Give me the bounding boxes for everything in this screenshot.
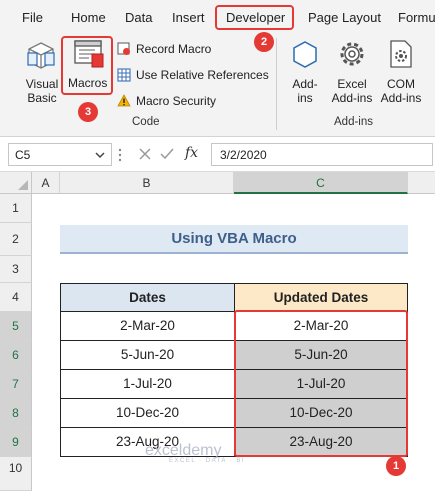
excel-addins-label: Excel Add-ins <box>331 77 373 105</box>
name-box[interactable]: C5 <box>8 143 112 166</box>
group-separator <box>276 38 277 130</box>
sheet-title: Using VBA Macro <box>60 225 408 254</box>
addins-icon <box>293 41 317 68</box>
header-updated-dates[interactable]: Updated Dates <box>234 283 408 312</box>
row-header-9[interactable]: 9 <box>0 428 32 457</box>
tab-data[interactable]: Data <box>125 10 152 25</box>
cell-dates[interactable]: 10-Dec-20 <box>60 399 235 428</box>
formula-bar: C5 fx 3/2/2020 <box>0 137 435 172</box>
name-box-value: C5 <box>15 148 31 162</box>
addins-group-label: Add-ins <box>334 116 373 128</box>
row-header-10[interactable]: 10 <box>0 457 32 491</box>
gear-icon <box>340 42 364 66</box>
record-macro-button[interactable]: Record Macro <box>136 42 211 56</box>
row-header-4[interactable]: 4 <box>0 283 32 312</box>
chevron-down-icon[interactable] <box>95 151 105 159</box>
row-header-7[interactable]: 7 <box>0 370 32 399</box>
tab-home[interactable]: Home <box>71 10 106 25</box>
cell-dates[interactable]: 1-Jul-20 <box>60 370 235 399</box>
column-header-d[interactable] <box>408 172 435 194</box>
tab-formulas[interactable]: Formu <box>398 10 435 25</box>
com-addins-label: COM Add-ins <box>380 77 422 105</box>
resize-dots-icon[interactable] <box>116 147 124 163</box>
worksheet-grid: A B C 1 2 3 4 5 6 7 8 9 10 Using VBA Mac… <box>0 172 435 491</box>
watermark-logo: exceldemy <box>145 442 222 459</box>
formula-input[interactable]: 3/2/2020 <box>211 143 433 166</box>
column-header-a[interactable]: A <box>32 172 60 194</box>
ribbon: Visual Basic Macros Record Macro Use Rel… <box>0 34 435 137</box>
column-header-b[interactable]: B <box>60 172 234 194</box>
developer-tab-highlight <box>215 5 294 30</box>
row-header-8[interactable]: 8 <box>0 399 32 428</box>
step-badge-2: 2 <box>254 32 274 52</box>
com-addins-icon <box>390 40 412 68</box>
watermark-tagline: EXCEL · DATA · BI <box>169 458 246 464</box>
selected-range-highlight <box>234 310 408 457</box>
visual-basic-label: Visual Basic <box>25 77 59 105</box>
relative-references-icon <box>117 68 131 82</box>
row-header-1[interactable]: 1 <box>0 194 32 223</box>
step-badge-3: 3 <box>78 102 98 122</box>
warning-icon <box>117 94 131 107</box>
row-header-6[interactable]: 6 <box>0 341 32 370</box>
addins-label: Add-ins <box>292 77 318 105</box>
row-header-3[interactable]: 3 <box>0 256 32 283</box>
code-group-label: Code <box>132 116 160 128</box>
watermark: exceldemy EXCEL · DATA · BI <box>145 442 245 464</box>
enter-check-icon[interactable] <box>160 147 174 161</box>
macros-highlight <box>61 36 113 95</box>
cell-dates[interactable]: 5-Jun-20 <box>60 341 235 370</box>
column-header-c[interactable]: C <box>234 172 408 194</box>
macro-security-button[interactable]: Macro Security <box>136 94 216 108</box>
record-macro-icon <box>117 42 130 55</box>
formula-value: 3/2/2020 <box>220 148 267 162</box>
visual-basic-icon <box>27 42 55 69</box>
select-all-button[interactable] <box>0 172 32 194</box>
insert-function-button[interactable]: fx <box>185 145 198 161</box>
cancel-icon[interactable] <box>138 147 152 161</box>
step-badge-1: 1 <box>386 456 406 476</box>
cell-dates[interactable]: 2-Mar-20 <box>60 312 235 341</box>
row-header-5[interactable]: 5 <box>0 312 32 341</box>
formula-buttons: fx <box>130 143 206 166</box>
row-header-2[interactable]: 2 <box>0 223 32 256</box>
tab-page-layout[interactable]: Page Layout <box>308 10 381 25</box>
header-dates[interactable]: Dates <box>60 283 235 312</box>
tab-file[interactable]: File <box>22 10 43 25</box>
use-relative-references-button[interactable]: Use Relative References <box>136 68 269 82</box>
ribbon-tab-bar: File Home Data Insert Developer Page Lay… <box>0 0 435 34</box>
tab-insert[interactable]: Insert <box>172 10 205 25</box>
